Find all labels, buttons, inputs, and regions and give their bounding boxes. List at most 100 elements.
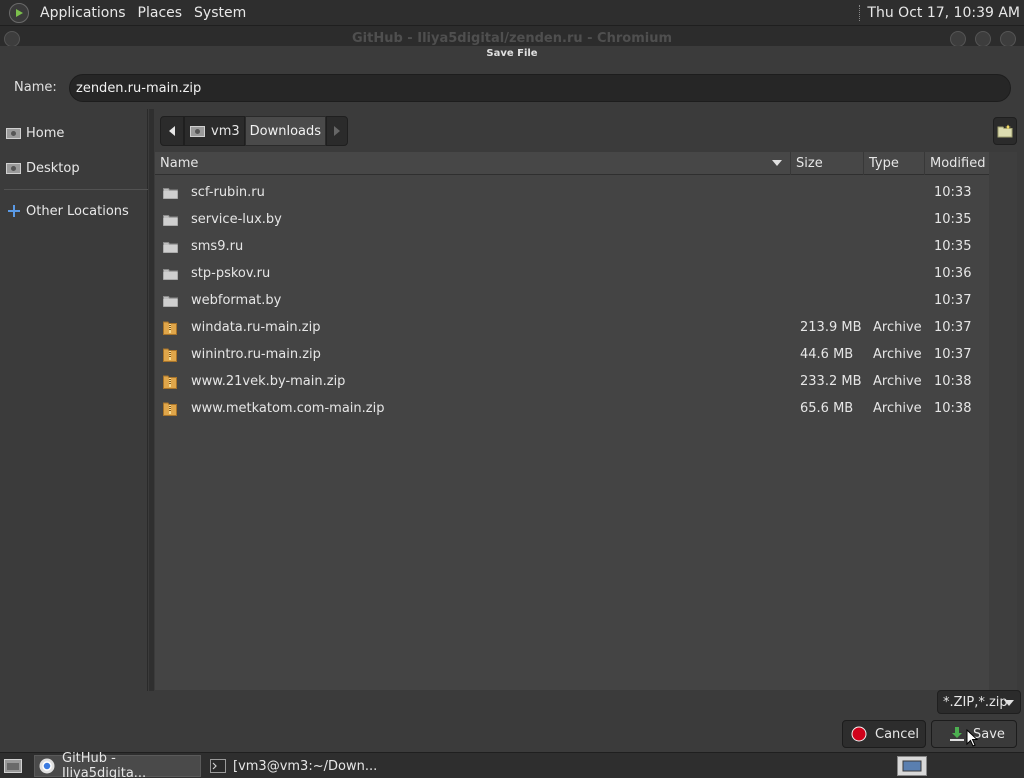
home-folder-icon	[190, 125, 205, 137]
path-segment-label: vm3	[211, 123, 240, 139]
file-name: stp-pskov.ru	[191, 266, 271, 281]
archive-icon	[163, 368, 179, 395]
file-name: winintro.ru-main.zip	[191, 347, 321, 362]
file-name: www.21vek.by-main.zip	[191, 374, 346, 389]
sort-descending-icon	[772, 160, 782, 166]
maximize-icon[interactable]	[975, 31, 991, 47]
file-modified: 10:38	[934, 374, 972, 389]
sidebar-item-desktop[interactable]: Desktop	[6, 156, 80, 180]
file-modified: 10:36	[934, 266, 972, 281]
file-modified: 10:35	[934, 239, 972, 254]
mouse-cursor-icon	[966, 729, 978, 747]
name-label: Name:	[14, 80, 57, 95]
taskbar-item-chromium[interactable]: GitHub - Iliya5digita...	[34, 751, 201, 778]
window-titlebar[interactable]: GitHub - Iliya5digital/zenden.ru - Chrom…	[0, 26, 1024, 48]
file-type-filter[interactable]: *.ZIP,*.zip	[937, 690, 1021, 714]
file-row[interactable]: www.21vek.by-main.zip 233.2 MB Archive 10:3…	[155, 368, 989, 395]
save-file-dialog: Save File Name: Home Desktop Other Locat…	[0, 46, 1024, 752]
path-back-button[interactable]	[160, 116, 184, 146]
workspace-switcher[interactable]	[897, 756, 927, 776]
file-size: 65.6 MB	[800, 401, 854, 416]
menu-applications[interactable]: Applications	[34, 5, 132, 21]
file-name: sms9.ru	[191, 239, 244, 254]
sidebar-divider	[4, 189, 148, 190]
archive-icon	[163, 395, 179, 422]
pane-separator[interactable]	[149, 109, 154, 691]
file-row[interactable]: windata.ru-main.zip 213.9 MB Archive 10:37	[155, 314, 989, 341]
sidebar-item-label: Other Locations	[26, 203, 129, 219]
column-header-size[interactable]: Size	[791, 152, 864, 175]
file-row[interactable]: winintro.ru-main.zip 44.6 MB Archive 10:37	[155, 341, 989, 368]
home-icon	[6, 127, 21, 139]
path-segment-downloads[interactable]: Downloads	[244, 116, 327, 146]
cancel-icon	[851, 726, 867, 742]
create-folder-button[interactable]	[993, 117, 1017, 145]
menu-system[interactable]: System	[188, 5, 252, 21]
file-type: Archive	[873, 401, 922, 416]
column-header-type[interactable]: Type	[864, 152, 925, 175]
file-type: Archive	[873, 374, 922, 389]
minimize-icon[interactable]	[950, 31, 966, 47]
file-modified: 10:33	[934, 185, 972, 200]
sidebar-item-label: Desktop	[26, 160, 80, 176]
file-row[interactable]: webformat.by 10:37	[155, 287, 989, 314]
menu-places[interactable]: Places	[132, 5, 189, 21]
file-name: webformat.by	[191, 293, 282, 308]
file-size: 44.6 MB	[800, 347, 854, 362]
file-type: Archive	[873, 347, 922, 362]
folder-icon	[163, 260, 179, 287]
path-segment-vm3[interactable]: vm3	[184, 116, 245, 146]
new-folder-icon	[997, 124, 1013, 138]
file-modified: 10:37	[934, 347, 972, 362]
path-forward-button[interactable]	[326, 116, 349, 146]
chevron-left-icon	[169, 126, 175, 136]
column-header-row: Name Size Type Modified	[155, 152, 989, 175]
folder-icon	[163, 179, 179, 206]
places-sidebar: Home Desktop Other Locations	[2, 109, 148, 691]
folder-icon	[163, 233, 179, 260]
file-name: service-lux.by	[191, 212, 282, 227]
path-bar: vm3 Downloads	[160, 116, 349, 146]
chromium-icon	[39, 758, 55, 774]
right-gutter	[989, 152, 1017, 690]
file-row[interactable]: scf-rubin.ru 10:33	[155, 179, 989, 206]
filename-input[interactable]	[69, 74, 1011, 102]
panel-separator	[859, 4, 861, 21]
distro-logo-icon[interactable]	[9, 2, 29, 23]
column-header-modified[interactable]: Modified	[925, 152, 989, 175]
file-row[interactable]: sms9.ru 10:35	[155, 233, 989, 260]
close-icon[interactable]	[1000, 31, 1016, 47]
sidebar-item-home[interactable]: Home	[6, 121, 64, 145]
file-name: www.metkatom.com-main.zip	[191, 401, 385, 416]
archive-icon	[163, 314, 179, 341]
workspace-icon	[902, 760, 922, 772]
file-modified: 10:35	[934, 212, 972, 227]
sidebar-item-other-locations[interactable]: Other Locations	[6, 199, 129, 223]
column-header-name[interactable]: Name	[155, 152, 791, 175]
clock[interactable]: Thu Oct 17, 10:39 AM	[867, 5, 1020, 21]
file-name: windata.ru-main.zip	[191, 320, 321, 335]
filter-value: *.ZIP,*.zip	[943, 694, 1008, 710]
show-desktop-icon[interactable]	[3, 758, 23, 774]
file-modified: 10:37	[934, 293, 972, 308]
dropdown-arrow-icon	[1004, 700, 1014, 706]
top-panel: Applications Places System Thu Oct 17, 1…	[0, 0, 1024, 26]
terminal-icon	[210, 759, 226, 773]
bottom-taskbar: GitHub - Iliya5digita... [vm3@vm3:~/Down…	[0, 751, 1024, 778]
file-modified: 10:37	[934, 320, 972, 335]
cancel-button[interactable]: Cancel	[842, 720, 926, 748]
desktop-icon	[6, 162, 21, 174]
folder-icon	[163, 206, 179, 233]
folder-icon	[163, 287, 179, 314]
taskbar-item-terminal[interactable]: [vm3@vm3:~/Down...	[206, 755, 377, 777]
file-row[interactable]: stp-pskov.ru 10:36	[155, 260, 989, 287]
window-title: GitHub - Iliya5digital/zenden.ru - Chrom…	[352, 31, 672, 46]
file-size: 233.2 MB	[800, 374, 862, 389]
file-row[interactable]: service-lux.by 10:35	[155, 206, 989, 233]
plus-icon	[6, 205, 21, 217]
archive-icon	[163, 341, 179, 368]
file-row[interactable]: www.metkatom.com-main.zip 65.6 MB Archive 1…	[155, 395, 989, 422]
sidebar-item-label: Home	[26, 125, 65, 141]
file-list[interactable]: Name Size Type Modified scf-rubin.ru 10:3…	[155, 152, 989, 690]
file-modified: 10:38	[934, 401, 972, 416]
